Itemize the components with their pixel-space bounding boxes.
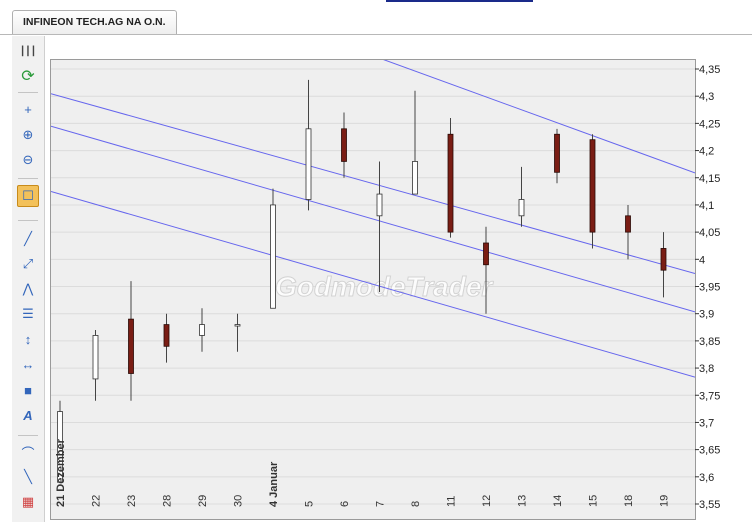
candle-body — [234, 324, 241, 327]
trend-lines-layer — [51, 60, 695, 378]
candle-body — [518, 199, 525, 217]
x-axis-label: 12 — [481, 495, 493, 507]
candle-body — [92, 335, 99, 380]
candle-body — [163, 324, 170, 347]
y-axis-ticks: 3,55 3,6 3,65 3,7 3,75 3,8 3,85 3,9 3,95 4 4,05 4,1… — [695, 64, 720, 511]
y-tick-label: 4,15 — [699, 173, 720, 185]
y-tick-label: 3,65 — [699, 445, 720, 457]
x-axis-label: 13 — [517, 495, 529, 507]
watermark-logo: GodmodeTrader — [275, 271, 494, 302]
x-axis-label: 23 — [126, 495, 138, 507]
x-axis-label: 21 Dezember — [55, 438, 67, 507]
candle-body — [341, 128, 347, 162]
x-axis-label: 5 — [304, 501, 316, 507]
candle-body — [660, 248, 667, 271]
x-axis-label: 14 — [552, 495, 564, 507]
x-axis-label: 22 — [91, 495, 103, 507]
candle-body — [625, 215, 631, 233]
candle — [92, 330, 99, 401]
y-tick-label: 4,3 — [699, 91, 714, 103]
y-tick-label: 3,85 — [699, 336, 720, 348]
candle-body — [412, 161, 418, 195]
candle — [518, 166, 525, 227]
candle — [447, 117, 454, 238]
candle — [128, 281, 134, 401]
candle-body — [589, 139, 596, 233]
x-axis-label: 19 — [659, 495, 671, 507]
y-tick-label: 3,55 — [699, 499, 720, 511]
x-axis-label: 29 — [197, 495, 209, 507]
y-tick-label: 4,1 — [699, 200, 714, 212]
x-axis-label: 30 — [233, 495, 245, 507]
candle-body — [447, 133, 454, 233]
x-axis-label: 6 — [339, 501, 351, 507]
y-tick-label: 3,8 — [699, 363, 714, 375]
x-axis-label: 18 — [623, 495, 635, 507]
y-tick-label: 3,9 — [699, 309, 714, 321]
y-tick-label: 3,6 — [699, 472, 714, 484]
candle — [412, 90, 418, 195]
candle-body — [305, 128, 312, 200]
trend-line — [383, 60, 695, 174]
y-tick-label: 4,05 — [699, 227, 720, 239]
x-axis-label: 15 — [588, 495, 600, 507]
x-axis-label: 28 — [162, 495, 174, 507]
y-tick-label: 3,7 — [699, 417, 714, 429]
x-axis-label: 11 — [446, 496, 458, 507]
candle-body — [128, 318, 134, 374]
y-tick-label: 3,95 — [699, 282, 720, 294]
candle — [270, 188, 276, 309]
candle — [341, 112, 347, 178]
candle — [554, 128, 560, 184]
candle — [589, 134, 596, 249]
candle — [163, 313, 170, 363]
candle — [625, 204, 631, 260]
x-axis-label: 4 Januar — [268, 461, 280, 507]
candlestick-chart: GodmodeTrader 3,553,63,653,73,753,83,853… — [51, 60, 720, 511]
candle — [199, 308, 205, 352]
x-axis-label: 7 — [375, 501, 387, 507]
candle-body — [554, 133, 560, 173]
candle-body — [199, 324, 205, 336]
candle-body — [376, 193, 383, 217]
x-axis-labels: 21 Dezember 22 23 28 29 30 4 Januar 5 6 7 8 11 12 13 1… — [55, 438, 671, 507]
y-tick-label: 4,35 — [699, 64, 720, 76]
trend-line — [51, 93, 695, 275]
x-axis-label: 8 — [410, 501, 422, 507]
candle-body — [483, 242, 489, 266]
y-tick-label: 4,2 — [699, 146, 714, 158]
y-tick-label: 4,25 — [699, 118, 720, 130]
candle — [305, 79, 312, 211]
y-tick-label: 4 — [699, 254, 705, 266]
candle — [234, 313, 241, 352]
y-tick-label: 3,75 — [699, 390, 720, 402]
candle-body — [270, 204, 276, 309]
candle — [660, 232, 667, 298]
